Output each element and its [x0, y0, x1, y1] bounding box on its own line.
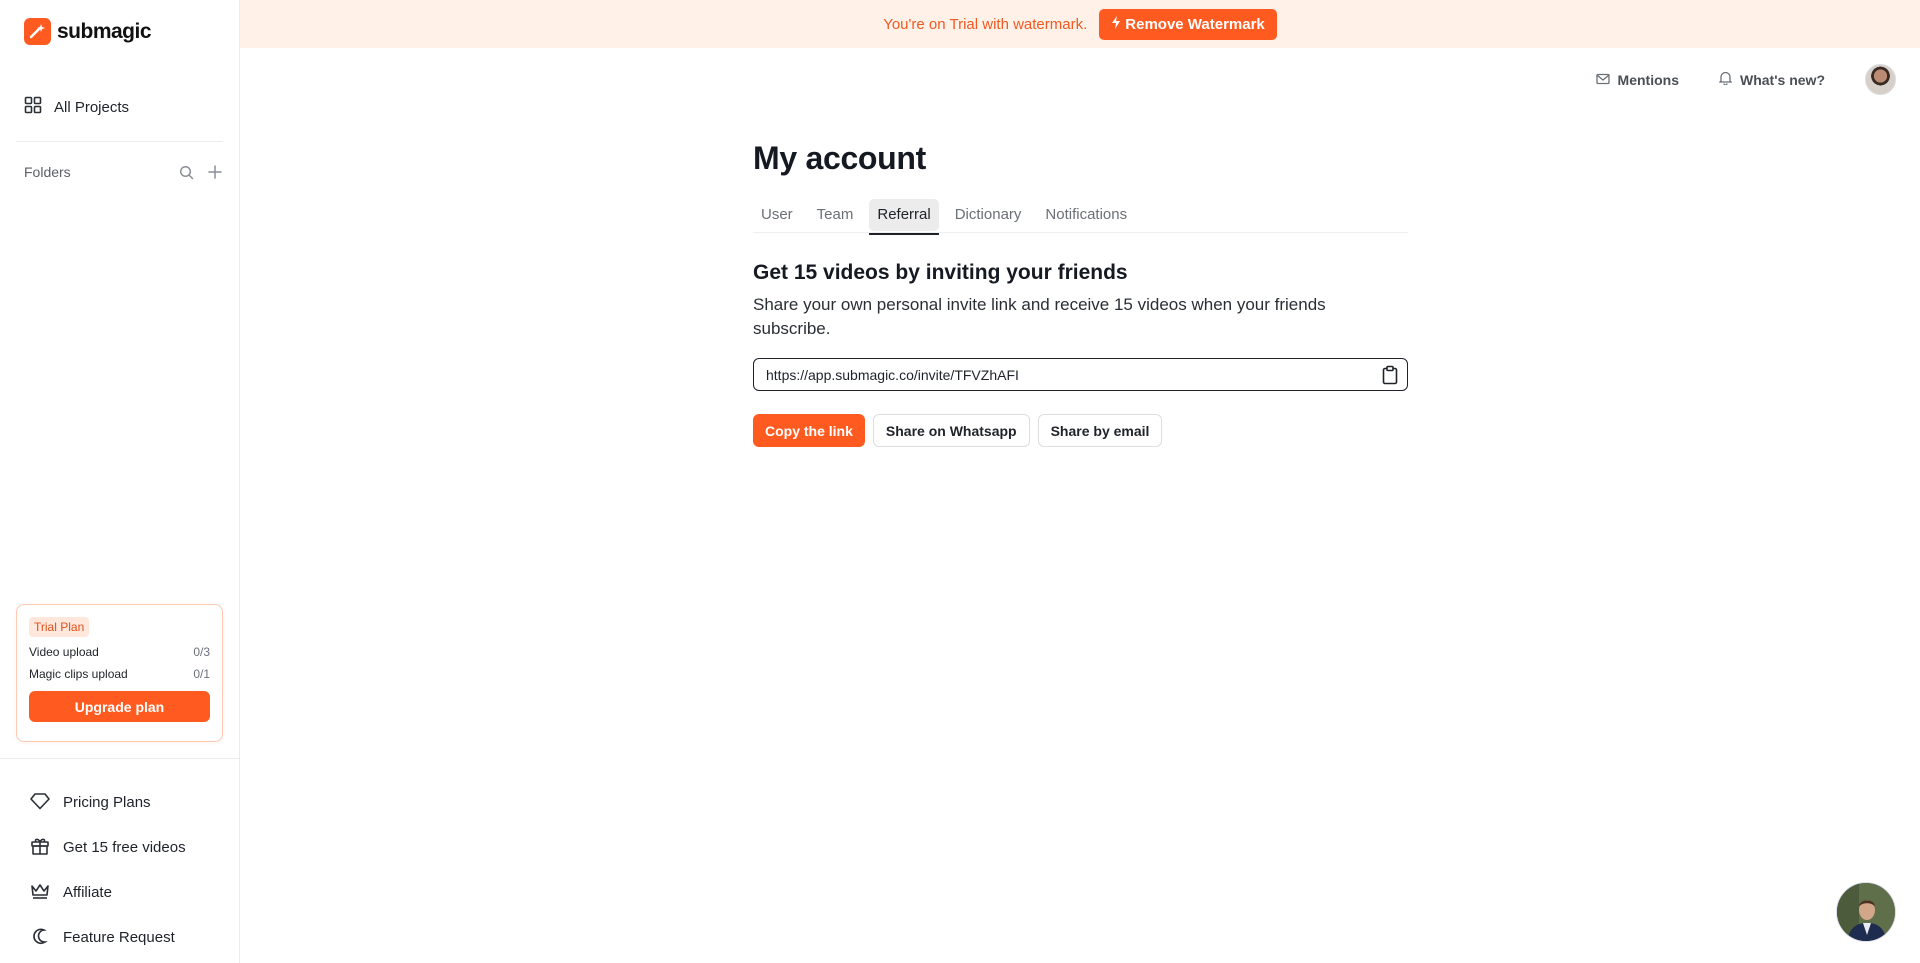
topbar: Mentions What's new? [1595, 64, 1896, 95]
usage-value: 0/3 [193, 645, 210, 659]
upgrade-plan-button[interactable]: Upgrade plan [29, 691, 210, 722]
whats-new-link[interactable]: What's new? [1718, 71, 1825, 88]
bottom-nav: Pricing Plans Get 15 free videos Affilia… [30, 780, 186, 960]
share-whatsapp-button[interactable]: Share on Whatsapp [872, 414, 1030, 447]
mentions-label: Mentions [1617, 71, 1679, 88]
pricing-plans-link[interactable]: Pricing Plans [30, 780, 186, 825]
tab-team[interactable]: Team [809, 199, 862, 231]
moon-icon [30, 927, 50, 949]
usage-row-clips: Magic clips upload 0/1 [29, 667, 210, 681]
free-videos-label: Get 15 free videos [63, 839, 186, 856]
divider [0, 758, 239, 759]
share-email-button[interactable]: Share by email [1037, 414, 1163, 447]
whats-new-label: What's new? [1740, 71, 1825, 88]
trial-plan-badge: Trial Plan [29, 617, 90, 637]
folders-label: Folders [24, 164, 71, 180]
tab-referral[interactable]: Referral [869, 198, 940, 235]
search-folders-icon[interactable] [179, 165, 194, 180]
submagic-logo-icon [24, 18, 51, 45]
trial-banner-text: You're on Trial with watermark. [883, 15, 1088, 33]
mentions-link[interactable]: Mentions [1595, 71, 1679, 88]
pricing-plans-label: Pricing Plans [63, 794, 151, 811]
invite-link-input[interactable] [766, 366, 1395, 383]
copy-link-button[interactable]: Copy the link [753, 414, 865, 447]
tab-dictionary[interactable]: Dictionary [947, 199, 1030, 231]
folders-header: Folders [24, 164, 222, 180]
usage-label: Magic clips upload [29, 667, 128, 681]
mail-icon [1595, 72, 1610, 88]
all-projects-link[interactable]: All Projects [24, 96, 129, 118]
free-videos-link[interactable]: Get 15 free videos [30, 825, 186, 870]
all-projects-label: All Projects [54, 98, 130, 116]
usage-value: 0/1 [193, 667, 210, 681]
app-name: submagic [57, 19, 152, 43]
main-content: My account User Team Referral Dictionary… [753, 140, 1408, 447]
remove-watermark-label: Remove Watermark [1125, 15, 1265, 33]
user-avatar[interactable] [1865, 64, 1896, 95]
tab-notifications[interactable]: Notifications [1037, 199, 1135, 231]
clipboard-icon[interactable] [1381, 365, 1399, 390]
logo[interactable]: submagic [24, 18, 152, 45]
usage-label: Video upload [29, 645, 99, 659]
invite-link-field [753, 358, 1408, 391]
bolt-icon [1111, 15, 1121, 33]
share-actions: Copy the link Share on Whatsapp Share by… [753, 414, 1408, 447]
trial-plan-card: Trial Plan Video upload 0/3 Magic clips … [16, 604, 223, 742]
trial-banner: You're on Trial with watermark. Remove W… [240, 0, 1920, 48]
remove-watermark-button[interactable]: Remove Watermark [1099, 8, 1277, 40]
page-title: My account [753, 140, 927, 176]
feature-request-link[interactable]: Feature Request [30, 915, 186, 960]
affiliate-label: Affiliate [63, 884, 112, 901]
tab-user[interactable]: User [753, 199, 801, 231]
usage-row-video: Video upload 0/3 [29, 645, 210, 659]
divider [16, 141, 223, 142]
account-tabs: User Team Referral Dictionary Notificati… [753, 197, 1408, 235]
referral-description: Share your own personal invite link and … [753, 295, 1326, 338]
grid-icon [24, 96, 42, 118]
feature-request-label: Feature Request [63, 929, 175, 946]
support-chat-avatar[interactable] [1836, 882, 1896, 942]
crown-icon [30, 882, 50, 904]
support-person-icon [1837, 883, 1895, 941]
sidebar: submagic All Projects Folders Trial Plan… [0, 0, 240, 963]
bell-icon [1718, 71, 1733, 88]
affiliate-link[interactable]: Affiliate [30, 870, 186, 915]
referral-title: Get 15 videos by inviting your friends [753, 261, 1128, 284]
add-folder-icon[interactable] [208, 165, 222, 179]
gift-icon [30, 837, 50, 859]
diamond-icon [30, 792, 50, 814]
